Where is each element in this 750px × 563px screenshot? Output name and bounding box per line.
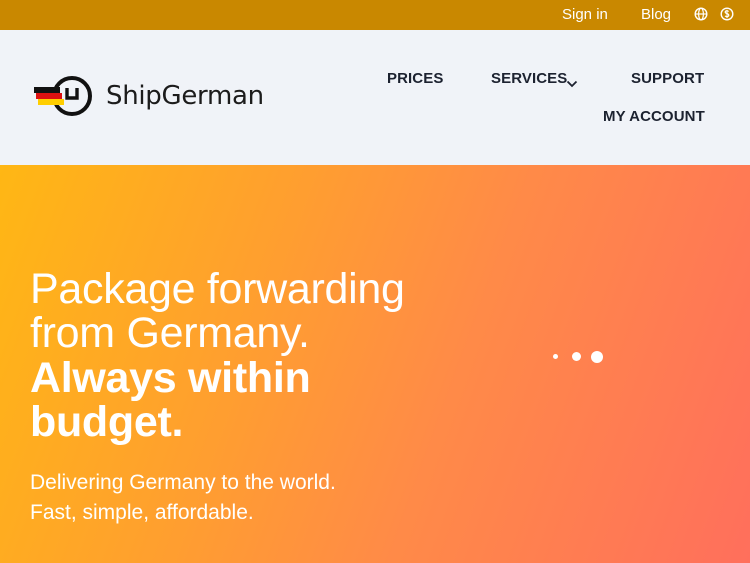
sign-in-link[interactable]: Sign in [562, 6, 608, 23]
currency-icon[interactable] [720, 7, 734, 21]
germany-flag-package-icon[interactable] [34, 74, 94, 118]
nav-support[interactable]: SUPPORT [631, 70, 704, 87]
carousel-dot-2[interactable] [572, 352, 581, 361]
nav-services[interactable]: SERVICES [491, 70, 567, 87]
blog-link[interactable]: Blog [641, 6, 671, 23]
carousel-dot-1[interactable] [553, 354, 558, 359]
nav-my-account[interactable]: MY ACCOUNT [603, 108, 705, 125]
hero-headline-bold-line-1: Always within [30, 354, 311, 402]
hero-banner: Package forwarding from Germany. Always … [0, 165, 750, 563]
hero-headline-bold-line-2: budget. [30, 398, 184, 446]
top-utility-bar: Sign in Blog [0, 0, 750, 30]
carousel-dot-3[interactable] [591, 351, 603, 363]
brand-name[interactable]: ShipGerman [106, 81, 264, 111]
site-header: ShipGerman PRICES SERVICES SUPPORT MY AC… [0, 30, 750, 165]
hero-headline-line-1: Package forwarding [30, 265, 405, 313]
hero-subline-1: Delivering Germany to the world. [30, 471, 336, 494]
nav-prices[interactable]: PRICES [387, 70, 443, 87]
hero-headline-line-2: from Germany. [30, 309, 310, 357]
globe-icon[interactable] [694, 7, 708, 21]
chevron-down-icon[interactable] [566, 75, 578, 88]
hero-subline-2: Fast, simple, affordable. [30, 501, 254, 524]
